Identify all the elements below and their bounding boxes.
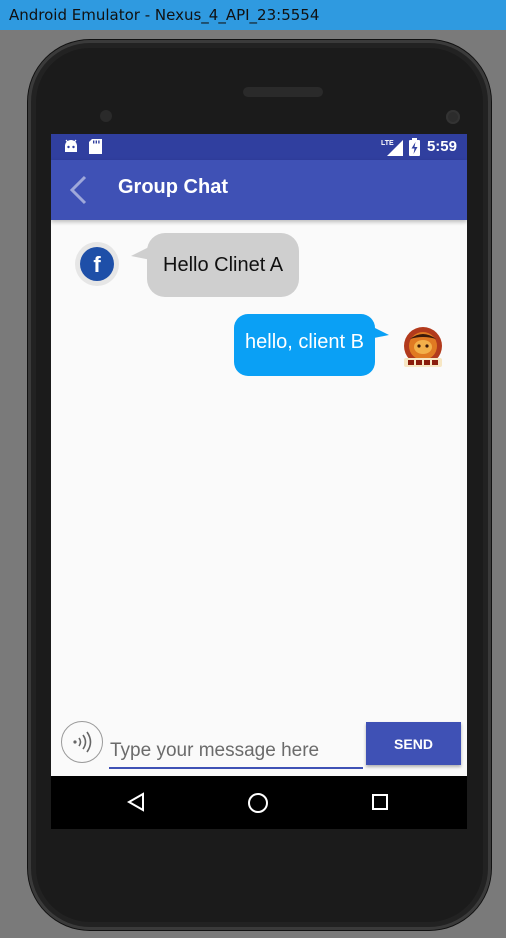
lte-signal-icon: LTE [381,138,403,161]
message-bubble-incoming: Hello Clinet A [147,233,300,297]
facebook-icon: f [80,247,114,281]
voice-icon [73,731,92,753]
avatar-facebook[interactable]: f [75,242,119,286]
avatar-app-logo[interactable] [400,325,446,371]
app-bar: Group Chat [51,160,467,220]
message-bubble-outgoing: hello, client B [234,314,375,376]
bubble-tail [369,325,389,339]
page-title: Group Chat [118,176,228,198]
sensor-dot [100,110,112,122]
nav-back-button[interactable] [126,792,146,817]
nav-home-button[interactable] [247,792,269,819]
device-screen: LTE 5:59 Group Chat f Hello Clinet A hel… [51,134,467,829]
android-debug-icon [63,139,79,158]
back-button[interactable] [67,174,93,206]
system-nav-bar [51,776,467,829]
battery-charging-icon [409,138,420,161]
network-label: LTE [381,140,394,147]
voice-button[interactable] [61,721,103,763]
status-bar: LTE 5:59 [51,134,467,160]
front-camera [446,110,460,124]
window-title: Android Emulator - Nexus_4_API_23:5554 [0,0,506,30]
nav-recents-button[interactable] [371,793,389,816]
app-logo [404,327,442,367]
speaker-grille [243,87,323,97]
recents-square-icon [372,794,388,810]
send-button[interactable]: SEND [366,722,461,765]
sd-card-icon [89,139,102,159]
status-time: 5:59 [426,138,457,155]
chevron-left-icon [69,175,87,205]
home-circle-icon [248,793,268,813]
message-input[interactable] [109,735,363,769]
back-triangle-icon [126,792,144,812]
